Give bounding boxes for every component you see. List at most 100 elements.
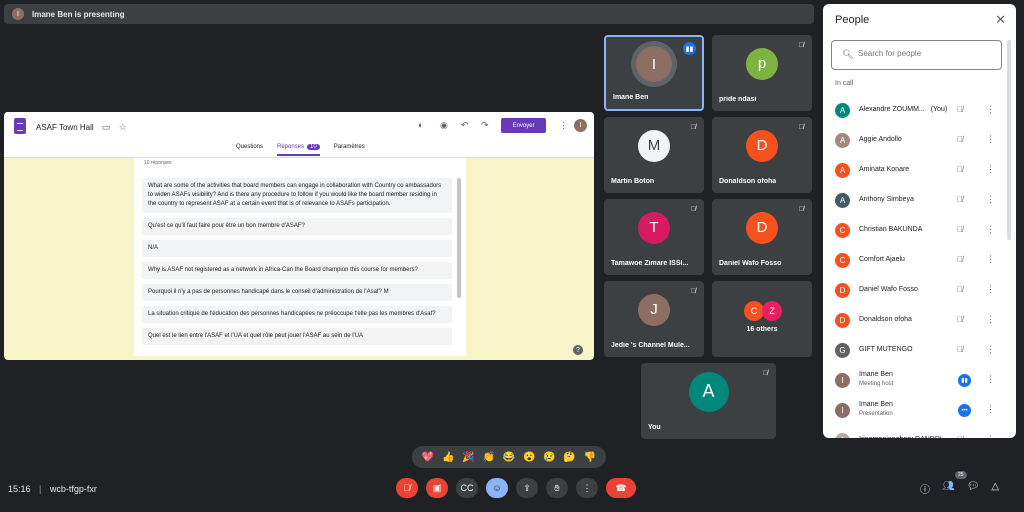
tile-name: Donaldson ofoha [719, 178, 777, 185]
others-count: 16 others [746, 326, 778, 333]
person-row[interactable]: D Daniel Wafo Fosso 🎙̸ ⋮ [823, 276, 1003, 306]
person-row[interactable]: A Aggie Andollo 🎙̸ ⋮ [823, 126, 1003, 156]
folder-icon[interactable]: ▭ [102, 122, 111, 132]
person-row[interactable]: A Alexandre ZOUMM... (You) 🎙̸ ⋮ [823, 96, 1003, 126]
preview-eye-icon[interactable]: ◉ [440, 120, 448, 131]
mic-off-icon[interactable]: 🎙̸ [957, 135, 963, 144]
reaction-emoji[interactable]: 😮 [523, 452, 535, 463]
form-title-text: ASAF Town Hall [36, 123, 94, 132]
tile-name: Imane Ben [613, 94, 649, 101]
more-vert-icon[interactable]: ⋮ [986, 344, 995, 355]
send-button[interactable]: Envoyer [501, 118, 546, 133]
captions-button[interactable]: CC [456, 478, 478, 498]
form-user-avatar[interactable]: I [574, 119, 587, 132]
tab-settings[interactable]: Paramètres [334, 144, 365, 156]
help-icon[interactable]: ? [573, 345, 583, 355]
person-row[interactable]: I Imane Ben Presentation ••• ⋮ [823, 396, 1003, 426]
person-row[interactable]: D Donaldson ofoha 🎙̸ ⋮ [823, 306, 1003, 336]
more-vert-icon[interactable]: ⋮ [986, 404, 995, 415]
people-scrollbar[interactable] [1007, 40, 1011, 240]
tile-pride-ndasi[interactable]: p 🎙̸ pride ndasi [712, 35, 812, 111]
tile-martin-boton[interactable]: M 🎙̸ Martin Boton [604, 117, 704, 193]
person-avatar: D [835, 313, 850, 328]
responses-scrollbar[interactable] [457, 178, 461, 298]
more-vert-icon[interactable]: ⋮ [986, 374, 995, 385]
more-vert-icon[interactable]: ⋮ [986, 194, 995, 205]
mic-off-icon[interactable]: 🎙̸ [957, 285, 963, 294]
tile-name: Jedie 's Channel Mule... [611, 342, 690, 349]
mic-toggle-button[interactable]: 🎙̸ [396, 478, 418, 498]
tile-donaldson-ofoha[interactable]: D 🎙̸ Donaldson ofoha [712, 117, 812, 193]
form-tabs: Questions Réponses 10 Paramètres [236, 144, 365, 156]
search-input[interactable] [858, 49, 998, 58]
reaction-emoji[interactable]: 😂 [503, 452, 515, 463]
person-row[interactable]: C Comfort Ajaelu 🎙̸ ⋮ [823, 246, 1003, 276]
more-vert-icon[interactable]: ⋮ [559, 120, 568, 131]
more-vert-icon[interactable]: ⋮ [986, 434, 995, 438]
more-vert-icon[interactable]: ⋮ [986, 284, 995, 295]
person-name: Daniel Wafo Fosso [859, 286, 918, 293]
reaction-emoji[interactable]: 😢 [543, 452, 555, 463]
mic-off-icon: 🎙̸ [690, 206, 696, 213]
tile-others[interactable]: C Z 16 others [712, 281, 812, 357]
person-row[interactable]: A Anthony Simbeya 🎙̸ ⋮ [823, 186, 1003, 216]
present-button[interactable]: ⇪ [516, 478, 538, 498]
person-row[interactable]: I Irinomenjanahary RANDRI... 🎙̸ ⋮ [823, 426, 1003, 438]
more-vert-icon[interactable]: ⋮ [986, 254, 995, 265]
tile-imane-ben[interactable]: I ▮▮ Imane Ben [604, 35, 704, 111]
more-vert-icon[interactable]: ⋮ [986, 104, 995, 115]
person-row[interactable]: C Christian BAKUNDA 🎙̸ ⋮ [823, 216, 1003, 246]
redo-icon[interactable]: ↷ [481, 120, 489, 131]
person-avatar: I [835, 433, 850, 438]
mic-off-icon[interactable]: 🎙̸ [957, 165, 963, 174]
more-vert-icon[interactable]: ⋮ [986, 314, 995, 325]
tab-questions[interactable]: Questions [236, 144, 263, 156]
tile-self-view[interactable]: A 🎙̸ You [641, 363, 776, 439]
more-vert-icon[interactable]: ⋮ [986, 164, 995, 175]
mic-off-icon[interactable]: 🎙̸ [957, 345, 963, 354]
more-options-button[interactable]: ⋮ [576, 478, 598, 498]
leave-call-button[interactable]: ☎ [606, 478, 636, 498]
search-box[interactable]: 🔍︎ [831, 40, 1002, 70]
chat-icon[interactable]: 💬︎ [967, 481, 980, 496]
emoji-button[interactable]: ☺ [486, 478, 508, 498]
reaction-emoji[interactable]: 👎 [584, 452, 596, 463]
mic-off-icon[interactable]: 🎙̸ [957, 315, 963, 324]
reaction-emoji[interactable]: 🤔 [563, 452, 575, 463]
camera-toggle-button[interactable]: ▣̸ [426, 478, 448, 498]
response-list: What are some of the activities that boa… [142, 178, 452, 350]
person-you-tag: (You) [930, 106, 948, 113]
tile-daniel-wafo-fosso[interactable]: D 🎙̸ Daniel Wafo Fosso [712, 199, 812, 275]
close-icon[interactable]: ✕ [995, 12, 1006, 28]
palette-icon[interactable]: ◐ [418, 120, 423, 130]
person-avatar: G [835, 343, 850, 358]
tab-responses[interactable]: Réponses 10 [277, 144, 320, 156]
raise-hand-button[interactable]: ✋︎ [546, 478, 568, 498]
more-vert-icon[interactable]: ⋮ [986, 224, 995, 235]
mic-off-icon[interactable]: 🎙̸ [957, 255, 963, 264]
people-icon[interactable]: 👥︎ [942, 481, 955, 496]
person-name: Christian BAKUNDA [859, 226, 922, 233]
mic-off-icon: 🎙̸ [690, 288, 696, 295]
mic-off-icon[interactable]: 🎙̸ [957, 435, 963, 438]
star-icon[interactable]: ☆ [119, 122, 127, 132]
reaction-emoji[interactable]: 👏 [483, 452, 495, 463]
person-name: Comfort Ajaelu [859, 256, 905, 263]
meeting-details-icon[interactable]: ⓘ [920, 481, 930, 496]
tile-jedie-channel[interactable]: J 🎙̸ Jedie 's Channel Mule... [604, 281, 704, 357]
reaction-emoji[interactable]: 🎉 [462, 452, 474, 463]
reaction-emoji[interactable]: 💖 [422, 452, 434, 463]
tile-tamawoe-zimare[interactable]: T 🎙̸ Tamawoe Zimare ISSI... [604, 199, 704, 275]
reaction-emoji[interactable]: 👍 [442, 452, 454, 463]
person-name-text: Imane Ben [859, 371, 893, 378]
activities-icon[interactable]: △ [991, 481, 999, 496]
mic-off-icon[interactable]: 🎙̸ [957, 105, 963, 114]
person-row[interactable]: I Imane Ben Meeting host ▮▮ ⋮ [823, 366, 1003, 396]
mic-off-icon[interactable]: 🎙̸ [957, 195, 963, 204]
more-vert-icon[interactable]: ⋮ [986, 134, 995, 145]
person-row[interactable]: A Aminata Konare 🎙̸ ⋮ [823, 156, 1003, 186]
undo-icon[interactable]: ↶ [461, 120, 469, 131]
mic-off-icon[interactable]: 🎙̸ [957, 225, 963, 234]
person-avatar: C [835, 253, 850, 268]
person-row[interactable]: G GIFT MUTENGO 🎙̸ ⋮ [823, 336, 1003, 366]
